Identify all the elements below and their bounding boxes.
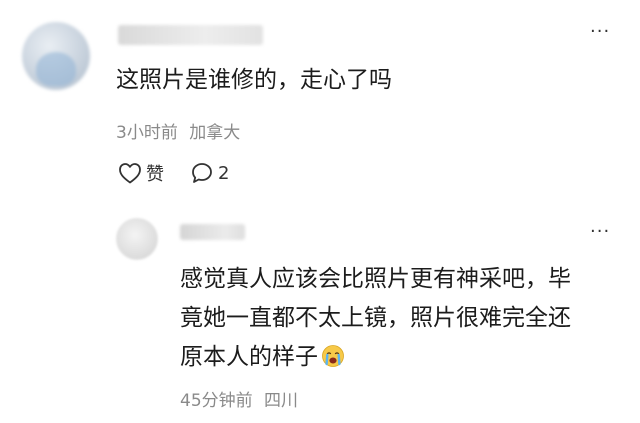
- username-blurred[interactable]: [118, 25, 263, 45]
- like-button[interactable]: 赞: [118, 160, 164, 186]
- avatar[interactable]: [22, 22, 90, 90]
- comment-time: 3小时前: [116, 123, 178, 143]
- comment-item: ··· 这照片是谁修的，走心了吗 3小时前 加拿大 赞 2: [0, 0, 640, 210]
- comment-text: 这照片是谁修的，走心了吗: [116, 67, 392, 93]
- reply-text-line: 感觉真人应该会比照片更有神采吧，毕: [180, 266, 571, 292]
- comment-location: 加拿大: [189, 123, 241, 143]
- reply-more-options-button[interactable]: ···: [590, 222, 610, 242]
- reply-username-blurred[interactable]: [180, 224, 245, 240]
- speech-bubble-icon: [190, 161, 214, 185]
- reply-text: 感觉真人应该会比照片更有神采吧，毕 竟她一直都不太上镜，照片很难完全还 原本人的…: [180, 260, 620, 381]
- reply-text-line-content: 原本人的样子: [180, 344, 318, 370]
- comment-actions: 赞 2: [118, 160, 229, 186]
- reply-count: 2: [218, 162, 230, 184]
- comment-meta: 3小时前 加拿大: [116, 118, 240, 143]
- like-label: 赞: [146, 164, 164, 185]
- reply-text-line: 原本人的样子: [180, 338, 620, 381]
- reply-meta: 45分钟前 四川: [180, 386, 298, 411]
- more-options-button[interactable]: ···: [590, 22, 610, 42]
- reply-avatar[interactable]: [116, 218, 158, 260]
- reply-text-line: 竟她一直都不太上镜，照片很难完全还: [180, 305, 571, 331]
- reply-button[interactable]: 2: [190, 161, 229, 185]
- reply-location: 四川: [264, 391, 299, 411]
- reply-time: 45分钟前: [180, 391, 253, 411]
- heart-outline-icon: [118, 162, 142, 184]
- reply-item: ··· 感觉真人应该会比照片更有神采吧，毕 竟她一直都不太上镜，照片很难完全还 …: [0, 210, 640, 423]
- crying-face-emoji: [321, 342, 345, 381]
